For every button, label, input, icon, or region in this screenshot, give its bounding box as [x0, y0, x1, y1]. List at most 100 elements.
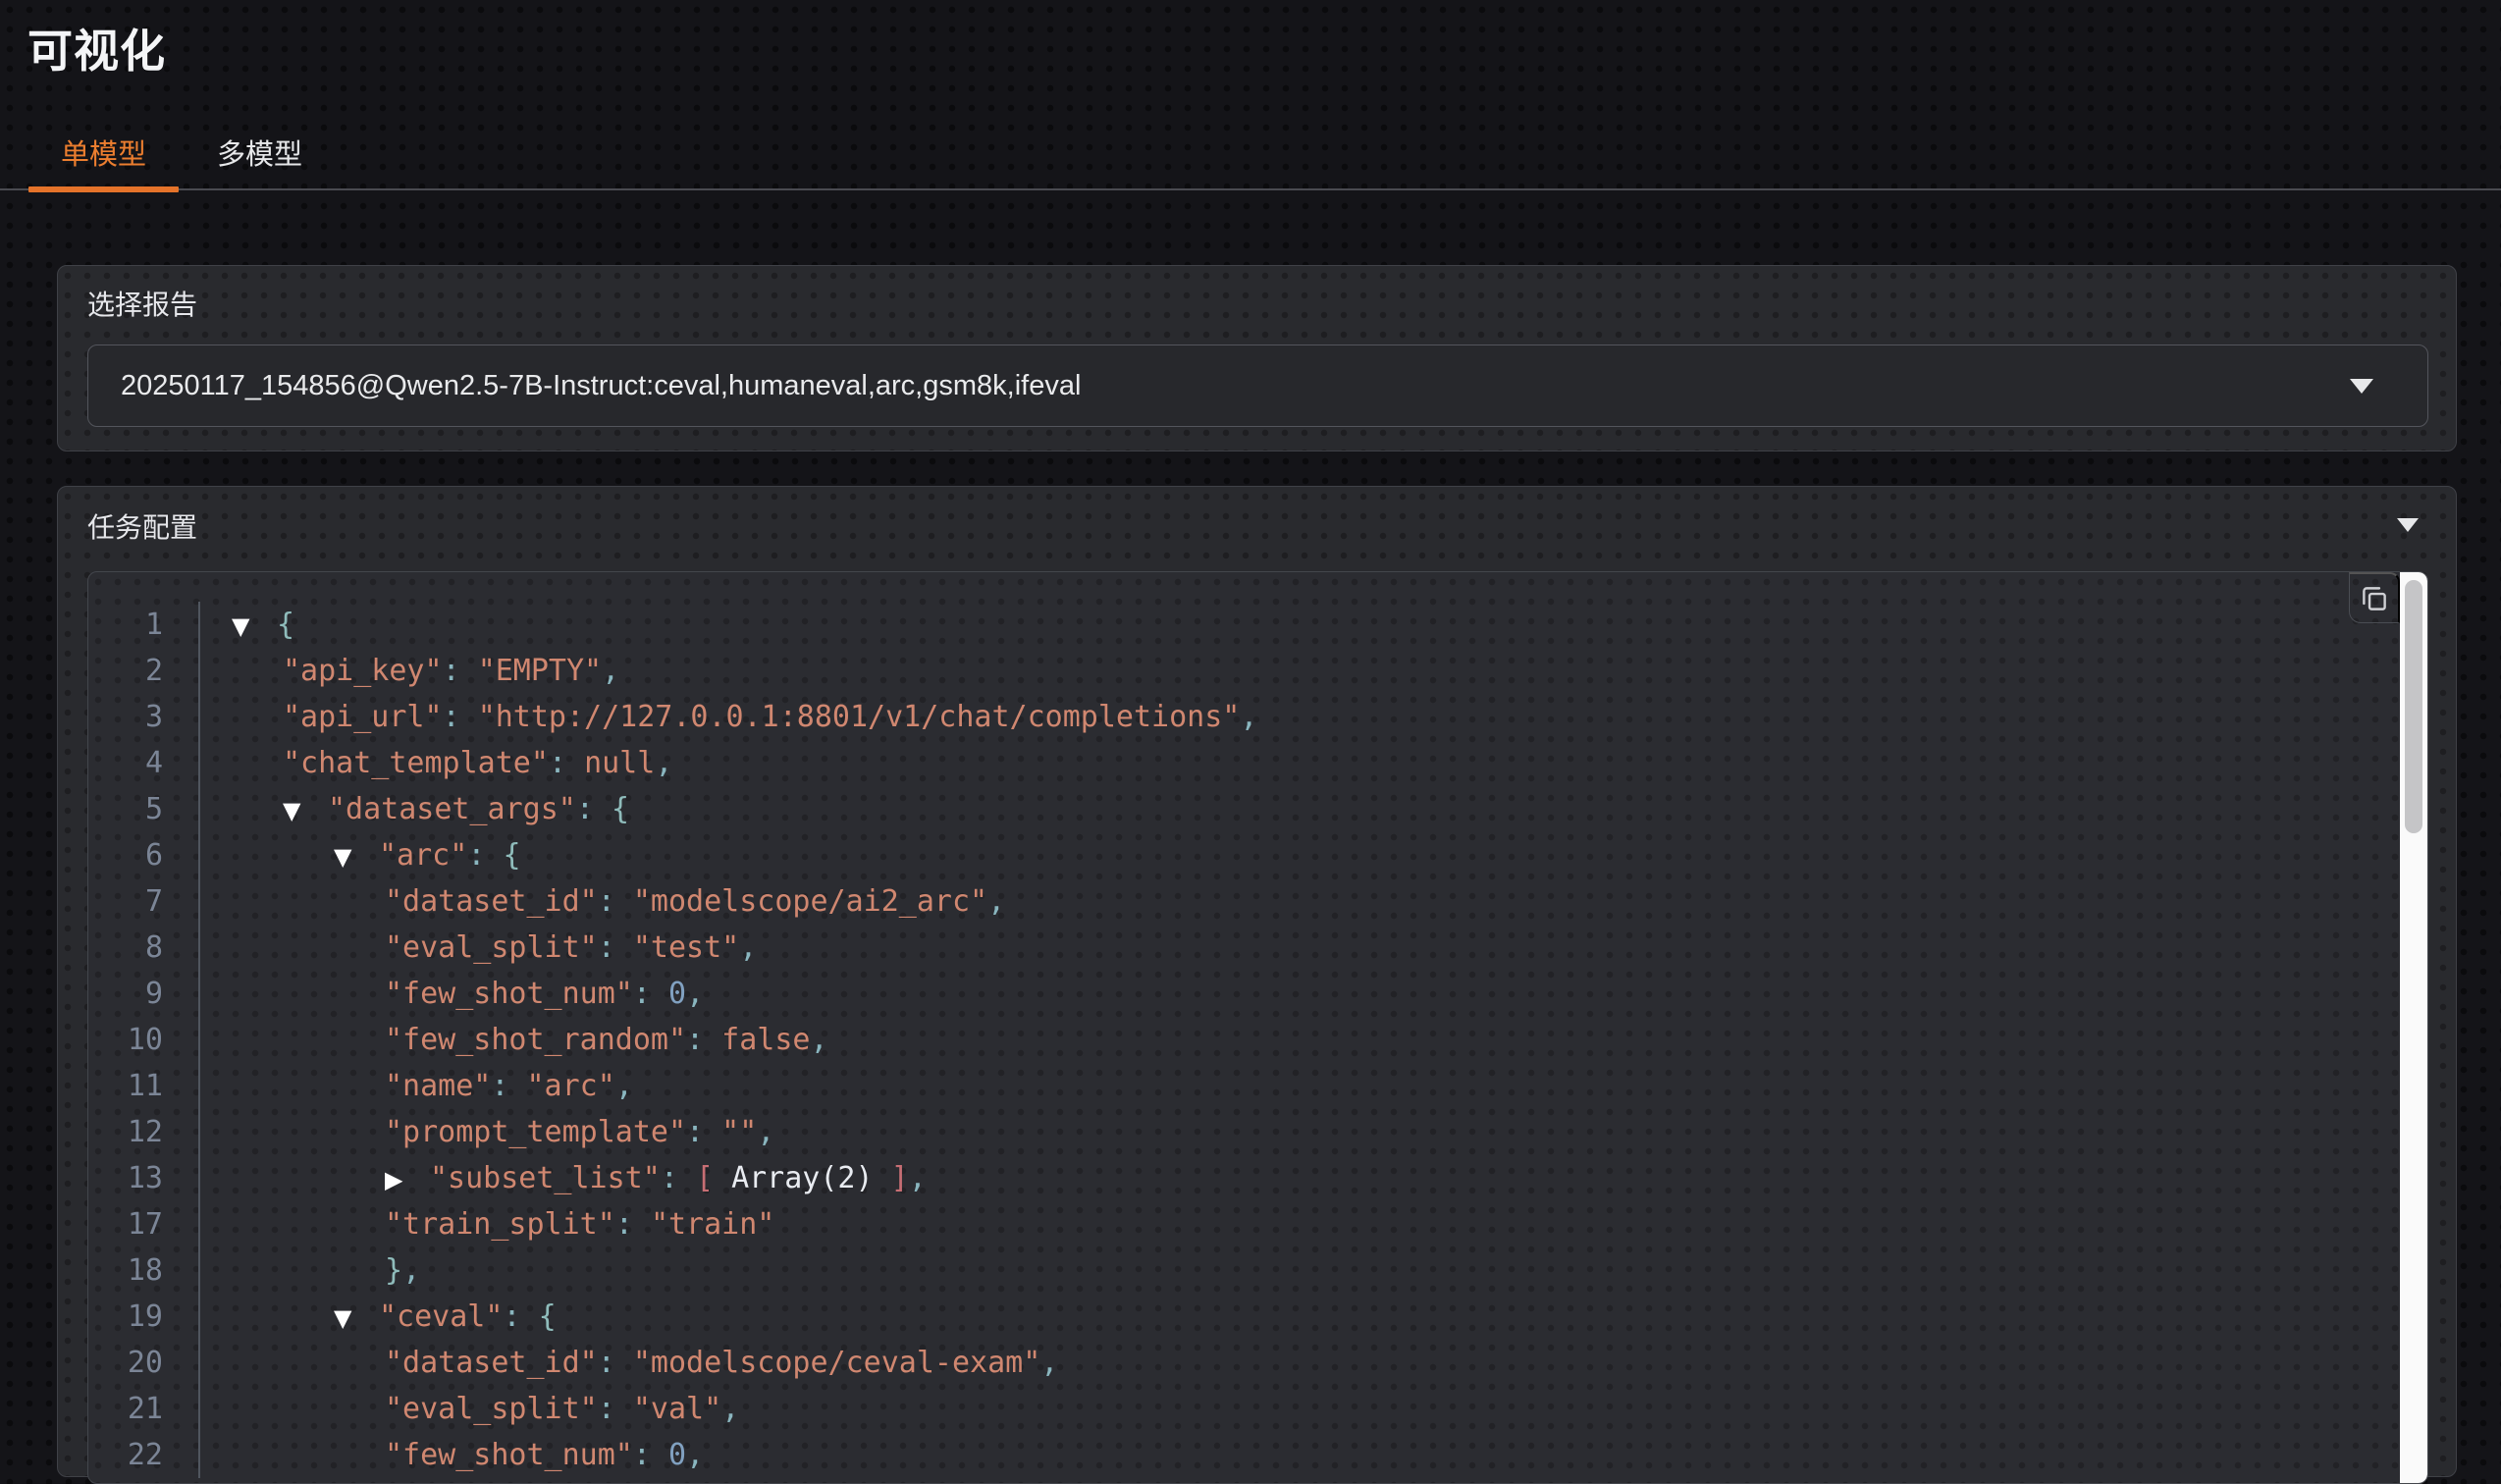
json-token-str: "arc": [527, 1069, 615, 1103]
line-number: 20: [88, 1340, 198, 1386]
json-line: 12"prompt_template": "",: [88, 1109, 2427, 1155]
line-number: 3: [88, 694, 198, 740]
json-line-content: "few_shot_num": 0,: [198, 971, 2427, 1017]
json-line: 2"api_key": "EMPTY",: [88, 648, 2427, 694]
json-line-content: },: [198, 1247, 2427, 1294]
json-line: 13▶"subset_list": [ Array(2) ],: [88, 1155, 2427, 1201]
json-token-str: "": [721, 1115, 757, 1149]
json-token-punct: :: [598, 1392, 633, 1426]
line-number: 5: [88, 786, 198, 832]
json-token-punct: :: [686, 1115, 721, 1149]
json-token-key: "few_shot_num": [385, 1438, 633, 1472]
json-token-bracket: [: [696, 1161, 731, 1195]
json-line: 18},: [88, 1247, 2427, 1294]
line-number: 21: [88, 1386, 198, 1432]
json-lines: 1▼{2"api_key": "EMPTY",3"api_url": "http…: [88, 572, 2427, 1478]
json-token-key: "ceval": [379, 1299, 503, 1334]
json-token-punct: :: [503, 1299, 538, 1334]
collapse-node-icon[interactable]: ▼: [283, 788, 328, 834]
json-line-content: "few_shot_num": 0,: [198, 1432, 2427, 1478]
line-number: 17: [88, 1201, 198, 1247]
json-token-key: "dataset_id": [385, 884, 598, 919]
json-token-punct: :: [686, 1023, 721, 1057]
task-config-label: 任务配置: [87, 512, 2426, 544]
json-token-brace: {: [277, 608, 294, 642]
json-token-punct: ,: [987, 884, 1005, 919]
json-token-punct: :: [633, 1438, 668, 1472]
json-token-punct: :: [661, 1161, 696, 1195]
json-line: 17"train_split": "train": [88, 1201, 2427, 1247]
json-token-punct: :: [615, 1207, 651, 1242]
json-token-key: "chat_template": [283, 746, 549, 780]
collapse-node-icon[interactable]: ▼: [334, 1296, 379, 1342]
json-viewer: 1▼{2"api_key": "EMPTY",3"api_url": "http…: [87, 571, 2428, 1484]
json-token-brace: }: [385, 1253, 402, 1288]
copy-button[interactable]: [2349, 572, 2400, 623]
json-token-punct: ,: [602, 654, 619, 688]
task-config-panel: 任务配置 1▼{2"api_key": "EMPTY",3"api_url": …: [57, 486, 2457, 1477]
json-token-punct: :: [598, 930, 633, 965]
json-token-brace: {: [539, 1299, 557, 1334]
json-line-content: "chat_template": null,: [198, 740, 2427, 786]
json-token-punct: :: [549, 746, 584, 780]
json-line: 4"chat_template": null,: [88, 740, 2427, 786]
line-number: 22: [88, 1432, 198, 1478]
json-token-str: "train": [651, 1207, 774, 1242]
json-token-key: "few_shot_num": [385, 977, 633, 1011]
json-token-str: "http://127.0.0.1:8801/v1/chat/completio…: [478, 700, 1241, 734]
json-line-content: "few_shot_random": false,: [198, 1017, 2427, 1063]
json-token-kw: false: [721, 1023, 810, 1057]
json-token-num: 0: [668, 1438, 686, 1472]
json-line-content: "train_split": "train": [198, 1201, 2427, 1247]
json-token-punct: :: [443, 700, 478, 734]
json-token-punct: :: [598, 884, 633, 919]
json-token-punct: ,: [739, 930, 757, 965]
tab-multi-model[interactable]: 多模型: [185, 120, 335, 188]
json-token-punct: :: [443, 654, 478, 688]
json-line-content: ▼"dataset_args": {: [198, 786, 2427, 832]
json-token-brace: {: [612, 792, 629, 826]
json-token-plain: Array(2): [731, 1161, 874, 1195]
line-number: 8: [88, 925, 198, 971]
json-line: 22"few_shot_num": 0,: [88, 1432, 2427, 1478]
line-number: 4: [88, 740, 198, 786]
line-number: 1: [88, 602, 198, 648]
json-token-punct: ,: [402, 1253, 420, 1288]
json-token-key: "api_key": [283, 654, 443, 688]
json-token-punct: ,: [1040, 1346, 1058, 1380]
line-number: 12: [88, 1109, 198, 1155]
json-line-content: "eval_split": "val",: [198, 1386, 2427, 1432]
json-token-key: "eval_split": [385, 1392, 598, 1426]
collapse-node-icon[interactable]: ▼: [334, 834, 379, 880]
json-line: 3"api_url": "http://127.0.0.1:8801/v1/ch…: [88, 694, 2427, 740]
report-dropdown[interactable]: 20250117_154856@Qwen2.5-7B-Instruct:ceva…: [87, 344, 2428, 427]
json-token-punct: :: [576, 792, 612, 826]
scrollbar-track[interactable]: [2400, 572, 2427, 1483]
json-token-punct: ,: [655, 746, 672, 780]
line-number: 11: [88, 1063, 198, 1109]
json-line-content: "dataset_id": "modelscope/ceval-exam",: [198, 1340, 2427, 1386]
json-token-kw: null: [584, 746, 655, 780]
accordion-collapse-icon[interactable]: [2397, 518, 2419, 532]
json-line: 9"few_shot_num": 0,: [88, 971, 2427, 1017]
collapse-node-icon[interactable]: ▼: [232, 604, 277, 650]
expand-node-icon[interactable]: ▶: [385, 1157, 430, 1203]
json-token-brace: {: [503, 838, 520, 873]
caret-down-icon: [2350, 379, 2373, 394]
json-token-punct: ,: [810, 1023, 827, 1057]
json-line-content: ▶"subset_list": [ Array(2) ],: [198, 1155, 2427, 1201]
page-title: 可视化: [0, 0, 2501, 80]
tab-single-model[interactable]: 单模型: [28, 120, 179, 188]
json-token-punct: :: [598, 1346, 633, 1380]
json-token-key: "prompt_template": [385, 1115, 686, 1149]
line-number: 2: [88, 648, 198, 694]
report-panel-label: 选择报告: [87, 290, 2426, 321]
json-token-bracket: ]: [874, 1161, 909, 1195]
json-line-content: "dataset_id": "modelscope/ai2_arc",: [198, 878, 2427, 925]
scrollbar-thumb[interactable]: [2405, 580, 2422, 833]
report-dropdown-value: 20250117_154856@Qwen2.5-7B-Instruct:ceva…: [121, 370, 1081, 402]
json-token-punct: ,: [909, 1161, 927, 1195]
json-line-content: "eval_split": "test",: [198, 925, 2427, 971]
json-token-str: "modelscope/ai2_arc": [633, 884, 987, 919]
json-line-content: ▼{: [198, 602, 2427, 648]
